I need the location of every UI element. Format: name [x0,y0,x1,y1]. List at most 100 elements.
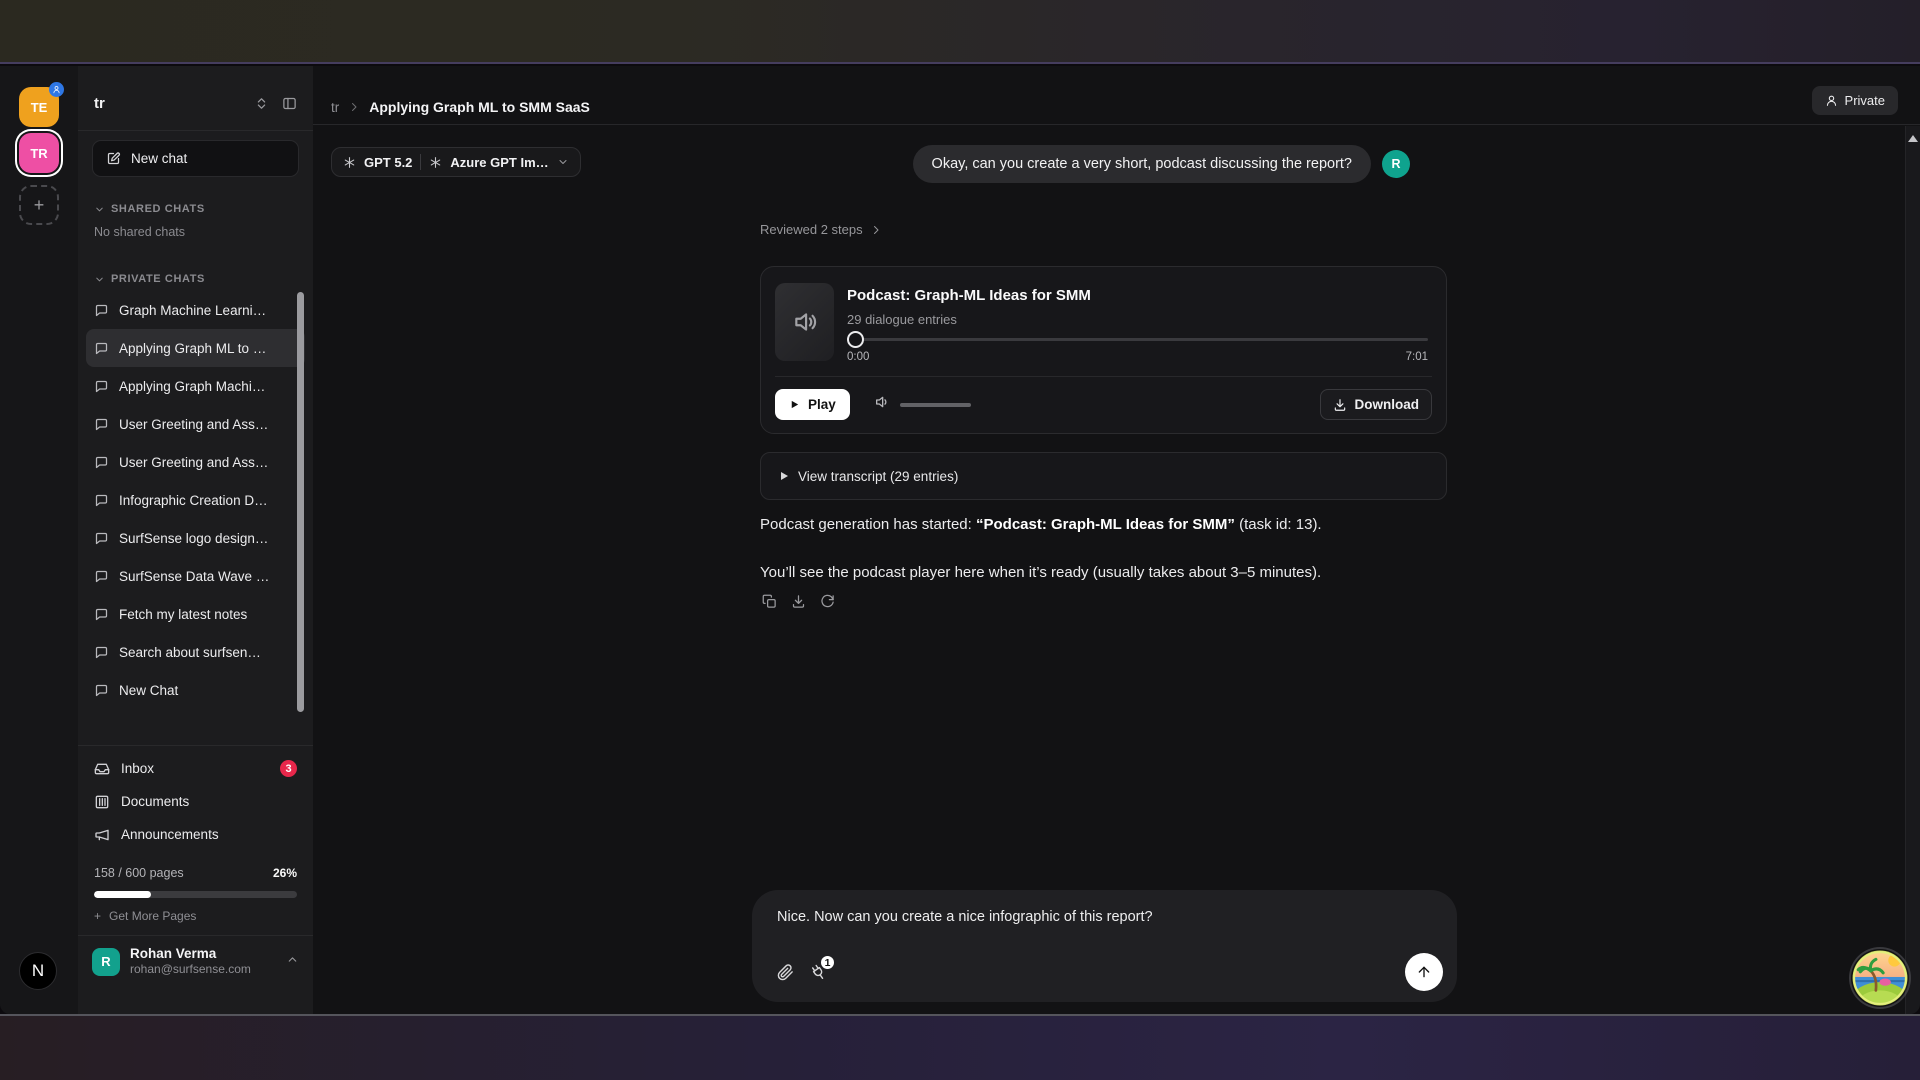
chat-list-item[interactable]: SurfSense logo design… [86,519,305,557]
chat-list-item-active[interactable]: Applying Graph ML to … [86,329,305,367]
download-button[interactable]: Download [1320,389,1433,420]
seek-knob[interactable] [847,331,864,348]
chat-list-item[interactable]: User Greeting and Ass… [86,405,305,443]
workspace-button-te[interactable]: TE [19,87,59,127]
workspace-initials: TR [30,146,47,161]
scroll-up-arrow-icon[interactable] [1908,135,1918,142]
caret-right-icon [781,472,788,480]
secondary-model-label: Azure GPT Im… [450,155,548,170]
chat-list-item[interactable]: Infographic Creation D… [86,481,305,519]
island-extension-badge[interactable] [1851,949,1909,1007]
model-selector[interactable]: GPT 5.2 Azure GPT Im… [331,147,581,177]
assistant-message-line: Podcast generation has started: “Podcast… [760,515,1460,535]
chat-bubble-icon [94,493,109,508]
chat-bubble-icon [94,531,109,546]
play-label: Play [808,397,836,412]
section-label: SHARED CHATS [111,203,205,215]
chat-list-item[interactable]: Applying Graph Machi… [86,367,305,405]
chevron-down-icon [94,274,105,285]
bottom-decorative-band [0,1014,1920,1080]
primary-model-label: GPT 5.2 [364,155,412,170]
copy-icon[interactable] [762,594,777,609]
main-scrollbar[interactable] [1905,126,1920,1014]
composer-input[interactable]: Nice. Now can you create a nice infograp… [777,909,1432,925]
chat-title: SurfSense Data Wave … [119,569,269,584]
openai-icon [429,156,442,169]
top-decorative-band [0,0,1920,64]
chat-list-item[interactable]: User Greeting and Ass… [86,443,305,481]
arrow-up-icon [1416,964,1432,980]
chat-bubble-icon [94,379,109,394]
message-composer[interactable]: Nice. Now can you create a nice infograp… [752,890,1457,1002]
breadcrumb-workspace[interactable]: tr [331,100,339,115]
reviewed-steps-toggle[interactable]: Reviewed 2 steps [760,222,882,237]
chat-bubble-icon [94,683,109,698]
text: Podcast generation has started: [760,516,976,533]
get-more-pages-button[interactable]: + Get More Pages [94,907,297,925]
download-icon [1333,398,1347,412]
sidebar-toggle-icon[interactable] [282,96,297,111]
sidebar-item-inbox[interactable]: Inbox 3 [78,752,313,785]
chat-list-item[interactable]: Graph Machine Learni… [86,291,305,329]
shared-chats-empty-text: No shared chats [78,225,313,243]
message-action-bar [762,594,835,609]
nav-label: Announcements [121,827,219,842]
workspace-button-tr-active[interactable]: TR [19,133,59,173]
view-transcript-expander[interactable]: View transcript (29 entries) [760,452,1447,500]
connectors-button[interactable]: 1 [810,964,827,986]
workspace-initials: TE [31,100,48,115]
nextjs-dev-logo[interactable]: N [19,952,57,990]
regenerate-icon[interactable] [820,594,835,609]
connector-count-badge: 1 [819,954,836,971]
people-icon [52,85,61,94]
shared-chats-section-header[interactable]: SHARED CHATS [78,199,313,219]
sidebar-scrollbar-thumb[interactable] [297,292,304,712]
chat-bubble-icon [94,303,109,318]
volume-slider[interactable] [900,403,971,407]
text: (task id: 13). [1235,516,1322,533]
nav-label: Documents [121,794,189,809]
usage-meter: 158 / 600 pages 26% + Get More Pages [78,863,313,925]
breadcrumb: tr Applying Graph ML to SMM SaaS [331,99,590,115]
usage-progress-bar [94,891,297,898]
chat-list: Graph Machine Learni… Applying Graph ML … [78,291,313,709]
usage-progress-fill [94,891,151,898]
workspace-switcher-icon[interactable] [254,96,269,111]
chat-list-item[interactable]: New Chat [86,671,305,709]
chat-list-item[interactable]: Search about surfsen… [86,633,305,671]
page-title: Applying Graph ML to SMM SaaS [369,99,590,115]
text-bold: “Podcast: Graph-ML Ideas for SMM” [976,516,1235,533]
palm-island-icon [1851,949,1909,1007]
new-chat-button[interactable]: New chat [92,140,299,177]
volume-icon [874,394,890,410]
inbox-icon [94,761,110,777]
openai-icon [343,156,356,169]
speaker-icon [792,309,818,335]
send-button[interactable] [1405,953,1443,991]
seek-track[interactable] [855,338,1428,341]
sidebar: tr New chat SHARED CHATS No shared chats… [78,66,313,1014]
download-icon[interactable] [791,594,806,609]
user-avatar: R [92,948,120,976]
chevron-down-icon [94,204,105,215]
user-profile-row[interactable]: R Rohan Verma rohan@surfsense.com [78,935,313,977]
divider [775,376,1432,377]
chat-bubble-icon [94,417,109,432]
user-message-avatar: R [1382,150,1410,178]
play-button[interactable]: Play [775,389,850,420]
user-email: rohan@surfsense.com [130,962,251,977]
sidebar-item-announcements[interactable]: Announcements [78,818,313,851]
private-chats-section-header[interactable]: PRIVATE CHATS [78,269,313,289]
attach-file-button[interactable] [777,964,794,986]
add-workspace-button[interactable]: + [19,185,59,225]
volume-mute-toggle[interactable] [874,394,890,415]
sidebar-item-documents[interactable]: Documents [78,785,313,818]
documents-icon [94,794,110,810]
chat-list-item[interactable]: SurfSense Data Wave … [86,557,305,595]
chat-list-item[interactable]: Fetch my latest notes [86,595,305,633]
seek-slider[interactable] [847,331,1428,348]
chevron-up-icon [286,953,299,966]
logo-letter: N [32,961,44,981]
visibility-private-button[interactable]: Private [1812,86,1898,115]
chat-title: User Greeting and Ass… [119,455,268,470]
